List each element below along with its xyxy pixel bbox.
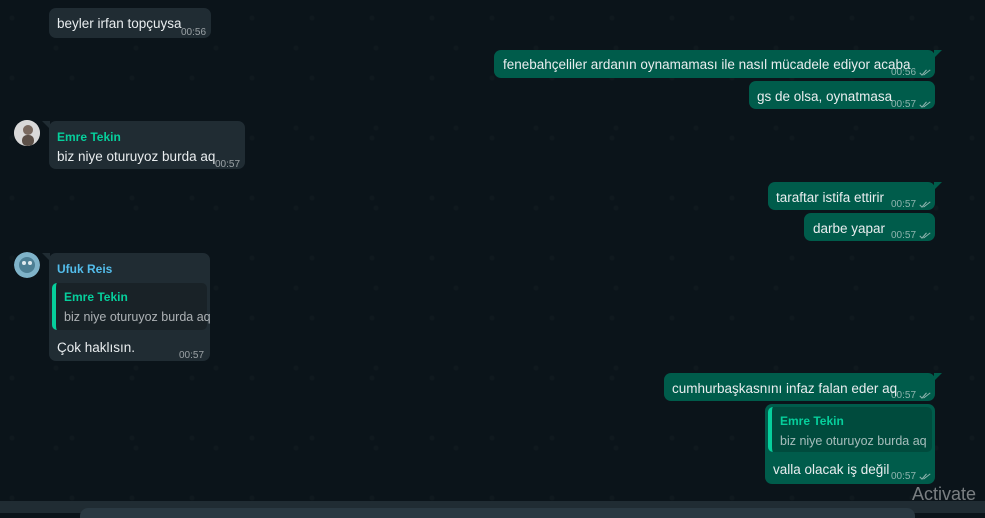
message-bubble-incoming[interactable]: beyler irfan topçuysa 00:56	[49, 8, 211, 38]
message-bubble-outgoing[interactable]: taraftar istifa ettirir 00:57	[768, 182, 942, 213]
double-check-icon	[919, 101, 931, 108]
message-input[interactable]	[80, 508, 915, 518]
message-time: 00:57	[891, 387, 931, 404]
message-bubble-incoming[interactable]: Emre Tekin biz niye oturuyoz burda aq 00…	[42, 121, 245, 170]
message-bubble-incoming[interactable]: Ufuk Reis Emre Tekin biz niye oturuyoz b…	[42, 253, 211, 361]
message-text: valla olacak iş değil	[773, 462, 890, 477]
message-time: 00:57	[891, 227, 931, 244]
quoted-message[interactable]: Emre Tekin biz niye oturuyoz burda aq	[768, 407, 932, 452]
message-time: 00:57	[891, 196, 931, 213]
message-bubble-outgoing[interactable]: gs de olsa, oynatmasa 00:57	[749, 81, 935, 110]
message-text: darbe yapar	[813, 221, 886, 236]
quoted-text: biz niye oturuyoz burda aq	[64, 310, 211, 324]
quoted-text: biz niye oturuyoz burda aq	[780, 434, 927, 448]
message-time: 00:57	[179, 350, 205, 361]
message-time: 00:57	[891, 468, 931, 485]
message-bubble-outgoing[interactable]: cumhurbaşkasnını infaz falan eder aq 00:…	[664, 373, 942, 404]
message-text: taraftar istifa ettirir	[776, 190, 885, 205]
sender-name[interactable]: Emre Tekin	[57, 129, 121, 146]
message-time: 00:56	[181, 27, 207, 38]
user-avatar-icon[interactable]	[14, 252, 40, 278]
quoted-sender: Emre Tekin	[780, 414, 844, 428]
message-time: 00:56	[891, 64, 931, 81]
double-check-icon	[919, 201, 931, 208]
message-text: cumhurbaşkasnını infaz falan eder aq	[672, 381, 898, 396]
double-check-icon	[919, 473, 931, 480]
composer-bar	[0, 501, 985, 518]
user-avatar-icon[interactable]	[14, 120, 40, 146]
message-bubble-outgoing[interactable]: fenebahçeliler ardanın oynamaması ile na…	[494, 50, 942, 81]
quoted-message[interactable]: Emre Tekin biz niye oturuyoz burda aq	[52, 283, 211, 330]
double-check-icon	[919, 69, 931, 76]
sender-name[interactable]: Ufuk Reis	[57, 261, 112, 278]
message-bubble-outgoing[interactable]: Emre Tekin biz niye oturuyoz burda aq va…	[765, 404, 935, 484]
message-bubble-outgoing[interactable]: darbe yapar 00:57	[804, 213, 935, 241]
message-text: gs de olsa, oynatmasa	[757, 89, 893, 104]
double-check-icon	[919, 232, 931, 239]
message-text: fenebahçeliler ardanın oynamaması ile na…	[503, 57, 911, 72]
quoted-sender: Emre Tekin	[64, 290, 128, 304]
message-time: 00:57	[891, 96, 931, 113]
double-check-icon	[919, 392, 931, 399]
message-text: Çok haklısın.	[57, 340, 136, 355]
activation-watermark: Activate	[912, 484, 977, 504]
message-time: 00:57	[215, 159, 241, 170]
message-text: beyler irfan topçuysa	[57, 16, 182, 31]
message-text: biz niye oturuyoz burda aq	[57, 149, 216, 164]
